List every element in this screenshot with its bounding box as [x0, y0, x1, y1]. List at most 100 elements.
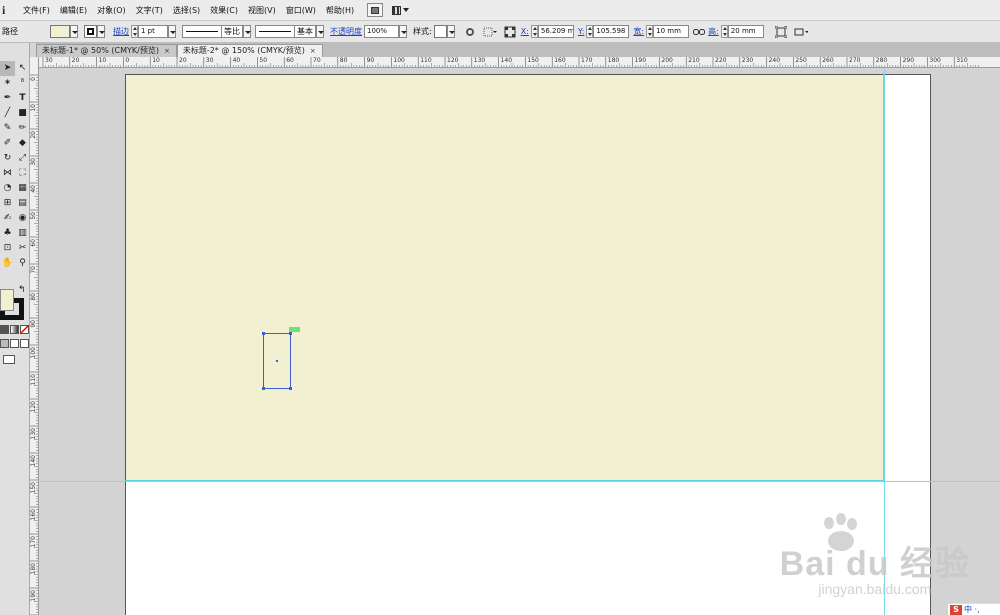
shape-builder-tool-icon[interactable]: ◔ — [0, 181, 15, 196]
hand-tool-icon[interactable]: ✋ — [0, 256, 15, 271]
sogou-icon: S — [950, 604, 962, 615]
mesh-tool-icon[interactable]: ⊞ — [0, 196, 15, 211]
align-options-button[interactable] — [483, 25, 497, 39]
blob-brush-tool-icon[interactable]: ✐ — [0, 136, 15, 151]
handle-bottom-right[interactable] — [289, 387, 292, 390]
x-label[interactable]: X: — [519, 27, 531, 36]
x-field[interactable]: 56.209 mm — [537, 25, 574, 38]
document-canvas[interactable]: Bai du 经验 jingyan.baidu.com S 中 ·, — [40, 69, 1000, 615]
vertical-ruler[interactable]: 0 10 20 30 40 50 60 70 80 90 100 110 120 130 140 150 160… — [30, 57, 39, 615]
menu-effect[interactable]: 效果(C) — [205, 5, 243, 16]
eraser-tool-icon[interactable]: ◆ — [15, 136, 30, 151]
x-spinner[interactable] — [530, 25, 538, 38]
y-spinner[interactable] — [586, 25, 594, 38]
tab-document-1[interactable]: 未标题-1* @ 50% (CMYK/预览) × — [36, 44, 177, 57]
close-icon[interactable]: × — [310, 45, 316, 57]
reference-point-button[interactable] — [503, 25, 517, 39]
background-rectangle[interactable] — [125, 74, 884, 481]
draw-inside-icon[interactable] — [20, 339, 29, 348]
graphic-style-swatch[interactable] — [433, 25, 447, 38]
menu-file[interactable]: 文件(F) — [18, 5, 55, 16]
horizontal-guide[interactable] — [40, 481, 1000, 482]
horizontal-ruler[interactable]: 30 20 10 0 10 20 30 40 50 60 70 80 90 100 110 120 130 140… — [36, 57, 1000, 68]
paintbrush-tool-icon[interactable]: ✎ — [0, 121, 15, 136]
stroke-weight-dropdown[interactable] — [168, 25, 176, 38]
opacity-dropdown[interactable] — [399, 25, 407, 38]
menu-select[interactable]: 选择(S) — [168, 5, 205, 16]
draw-behind-icon[interactable] — [10, 339, 19, 348]
brush-definition[interactable] — [255, 25, 295, 38]
fill-swatch[interactable] — [50, 25, 70, 38]
color-mode-icon[interactable] — [0, 325, 9, 334]
line-tool-icon[interactable]: ╱ — [0, 106, 15, 121]
ime-badge[interactable]: S 中 ·, — [948, 603, 1000, 615]
lasso-tool-icon[interactable]: ᵟ — [15, 76, 30, 91]
none-mode-icon[interactable] — [20, 325, 29, 334]
magic-wand-tool-icon[interactable]: ✶ — [0, 76, 15, 91]
handle-top-left[interactable] — [262, 332, 265, 335]
opacity-panel-link[interactable]: 不透明度 — [328, 26, 364, 37]
fill-color-box[interactable] — [0, 289, 14, 311]
menu-view[interactable]: 视图(V) — [243, 5, 281, 16]
height-field[interactable]: 20 mm — [727, 25, 764, 38]
constrain-proportions-button[interactable] — [692, 25, 706, 39]
stroke-weight-field[interactable]: 1 pt — [138, 25, 168, 38]
y-label[interactable]: Y: — [576, 27, 587, 36]
ruler-label: 190 — [30, 590, 37, 602]
pencil-tool-icon[interactable]: ✏ — [15, 121, 30, 136]
scale-tool-icon[interactable]: ⤢ — [15, 151, 30, 166]
arrange-documents-button[interactable] — [387, 3, 413, 17]
recolor-button[interactable] — [463, 25, 477, 39]
slice-tool-icon[interactable]: ✂ — [15, 241, 30, 256]
pen-tool-icon[interactable]: ✒ — [0, 91, 15, 106]
opacity-field[interactable]: 100% — [364, 25, 399, 38]
zoom-tool-icon[interactable]: ⚲ — [15, 256, 30, 271]
handle-top-right[interactable] — [289, 332, 292, 335]
transform-button[interactable] — [774, 25, 788, 39]
gradient-mode-icon[interactable] — [10, 325, 19, 334]
close-icon[interactable]: × — [164, 45, 170, 57]
y-field[interactable]: 105.598 mm — [593, 25, 630, 38]
rotate-tool-icon[interactable]: ↻ — [0, 151, 15, 166]
panel-menu-button[interactable] — [794, 25, 808, 39]
blend-tool-icon[interactable]: ◉ — [15, 211, 30, 226]
menu-edit[interactable]: 编辑(E) — [55, 5, 92, 16]
width-field[interactable]: 10 mm — [653, 25, 690, 38]
direct-selection-tool-icon[interactable]: ↖ — [15, 61, 30, 76]
artboard-tool-icon[interactable]: ⊡ — [0, 241, 15, 256]
tab-document-2[interactable]: 未标题-2* @ 150% (CMYK/预览) × — [176, 44, 323, 57]
brush-dropdown[interactable] — [316, 25, 324, 38]
profile-dropdown[interactable] — [243, 25, 251, 38]
height-spinner[interactable] — [720, 25, 728, 38]
menu-type[interactable]: 文字(T) — [131, 5, 168, 16]
rectangle-tool-icon[interactable]: ■ — [15, 106, 30, 121]
vertical-guide[interactable] — [884, 69, 885, 615]
column-graph-tool-icon[interactable]: ▥ — [15, 226, 30, 241]
selection-tool-icon[interactable]: ➤ — [0, 61, 15, 76]
free-transform-tool-icon[interactable]: ⛶ — [15, 166, 30, 181]
eyedropper-tool-icon[interactable]: ✍ — [0, 211, 15, 226]
stroke-dropdown[interactable] — [97, 25, 105, 38]
draw-normal-icon[interactable] — [0, 339, 9, 348]
swap-fill-stroke-icon[interactable]: ↰ — [18, 285, 26, 295]
screen-mode-icon[interactable] — [3, 355, 15, 364]
width-label[interactable]: 宽: — [631, 26, 646, 37]
fill-dropdown[interactable] — [70, 25, 78, 38]
type-tool-icon[interactable]: T — [15, 91, 30, 106]
handle-bottom-left[interactable] — [262, 387, 265, 390]
menu-object[interactable]: 对象(O) — [92, 5, 131, 16]
bridge-button[interactable] — [367, 3, 384, 17]
gradient-tool-icon[interactable]: ▤ — [15, 196, 30, 211]
variable-width-profile[interactable] — [182, 25, 222, 38]
width-spinner[interactable] — [646, 25, 654, 38]
width-tool-icon[interactable]: ⋈ — [0, 166, 15, 181]
height-label[interactable]: 高: — [706, 26, 721, 37]
symbol-sprayer-tool-icon[interactable]: ♣ — [0, 226, 15, 241]
menu-help[interactable]: 帮助(H) — [321, 5, 359, 16]
perspective-grid-tool-icon[interactable]: ▦ — [15, 181, 30, 196]
graphic-style-dropdown[interactable] — [446, 25, 455, 38]
stroke-panel-link[interactable]: 描边 — [111, 26, 131, 37]
menu-window[interactable]: 窗口(W) — [281, 5, 321, 16]
stroke-weight-spinner[interactable] — [131, 25, 138, 38]
stroke-swatch[interactable] — [84, 25, 97, 38]
